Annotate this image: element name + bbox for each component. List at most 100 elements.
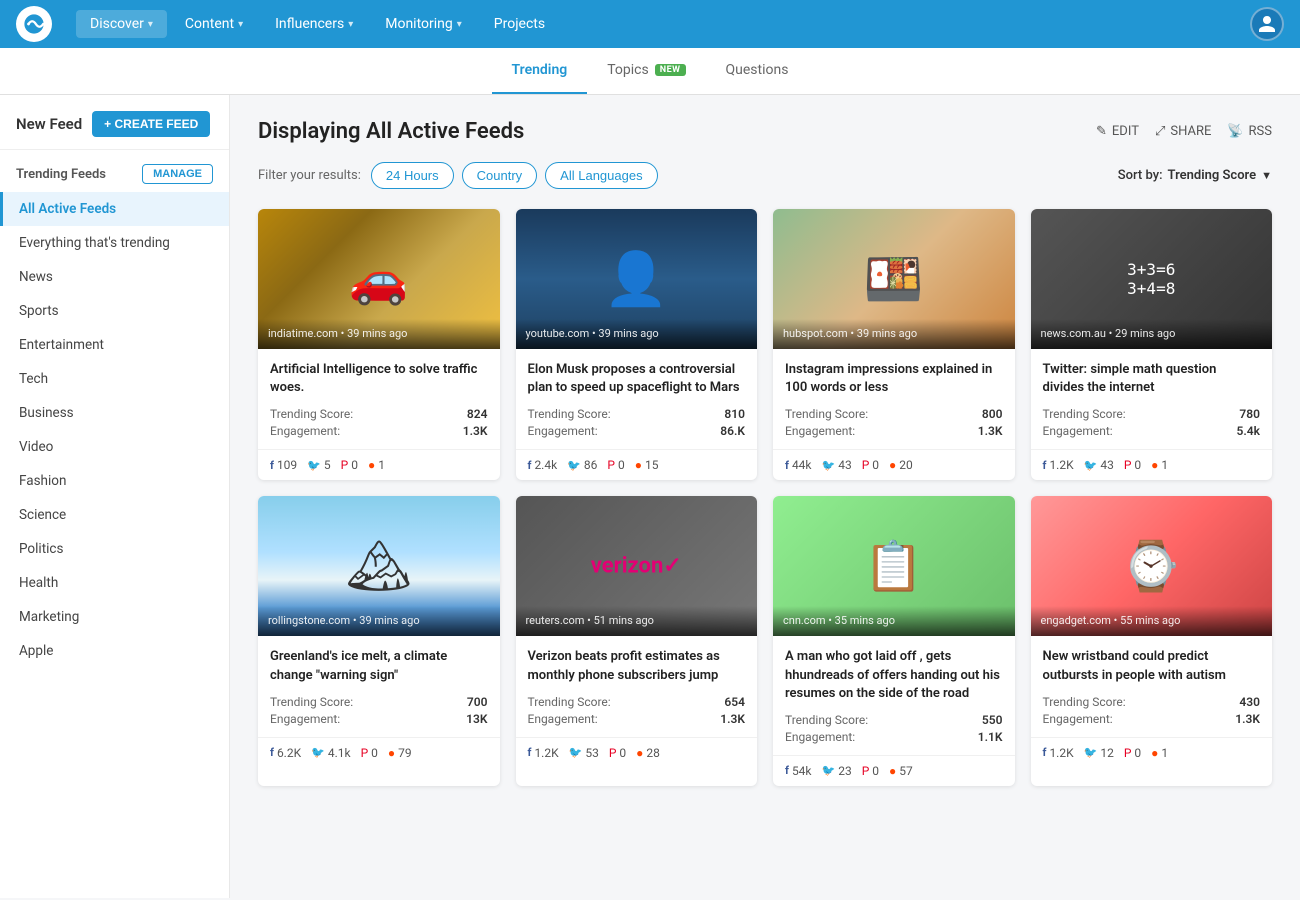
sidebar-item-news[interactable]: News [0,260,229,294]
article-card-8[interactable]: engadget.com • 55 mins ago New wristband… [1031,496,1273,786]
sidebar-item-sports[interactable]: Sports [0,294,229,328]
reddit-count: ●15 [635,458,659,472]
pinterest-icon: P [862,458,870,472]
twitter-icon: 🐦 [307,459,321,472]
sidebar-item-health[interactable]: Health [0,566,229,600]
reddit-icon: ● [1151,746,1158,760]
facebook-icon: f [1043,459,1047,472]
manage-button[interactable]: MANAGE [142,164,213,184]
sort-label: Sort by: [1118,168,1163,183]
sidebar: New Feed + CREATE FEED Trending Feeds MA… [0,95,230,898]
tab-trending[interactable]: Trending [492,48,588,94]
filter-24-hours-button[interactable]: 24 Hours [371,162,454,189]
user-avatar[interactable] [1250,7,1284,41]
nav-item-discover[interactable]: Discover▾ [76,10,167,38]
sidebar-item-politics[interactable]: Politics [0,532,229,566]
card-stats: Trending Score: 654 Engagement: 1.3K [528,695,746,726]
filters-row: Filter your results: 24 HoursCountryAll … [258,162,1272,189]
card-body: A man who got laid off , gets hhundreads… [773,636,1015,755]
sidebar-item-tech[interactable]: Tech [0,362,229,396]
card-source: rollingstone.com • 39 mins ago [268,614,420,627]
rss-button[interactable]: 📡RSS [1227,124,1272,139]
engagement-value: 1.3K [463,424,488,438]
card-title: Elon Musk proposes a controversial plan … [528,361,746,397]
facebook-icon: f [270,459,274,472]
facebook-icon: f [785,764,789,777]
chevron-down-icon: ▾ [457,19,462,30]
nav-item-content[interactable]: Content▾ [171,10,257,38]
twitter-count: 🐦43 [1084,458,1114,472]
twitter-icon: 🐦 [311,746,325,759]
rss-icon: 📡 [1227,124,1243,139]
facebook-icon: f [1043,746,1047,759]
article-card-5[interactable]: rollingstone.com • 39 mins ago Greenland… [258,496,500,786]
card-title: Verizon beats profit estimates as monthl… [528,648,746,684]
sidebar-item-apple[interactable]: Apple [0,634,229,668]
nav-item-monitoring[interactable]: Monitoring▾ [371,10,476,38]
facebook-icon: f [270,746,274,759]
card-stats: Trending Score: 780 Engagement: 5.4k [1043,407,1261,438]
engagement-value: 13K [466,712,487,726]
card-social: f2.4k 🐦86 P0 ●15 [516,449,758,480]
twitter-count: 🐦12 [1084,746,1114,760]
article-card-6[interactable]: reuters.com • 51 mins ago Verizon beats … [516,496,758,786]
sidebar-item-video[interactable]: Video [0,430,229,464]
nav-item-influencers[interactable]: Influencers▾ [261,10,367,38]
article-card-3[interactable]: hubspot.com • 39 mins ago Instagram impr… [773,209,1015,480]
filter-all-languages-button[interactable]: All Languages [545,162,657,189]
sidebar-item-business[interactable]: Business [0,396,229,430]
sidebar-section-header: Trending Feeds MANAGE [0,150,229,192]
card-title: A man who got laid off , gets hhundreads… [785,648,1003,703]
logo[interactable] [16,6,52,42]
facebook-count: f6.2K [270,746,301,760]
twitter-count: 🐦23 [822,764,852,778]
card-source: youtube.com • 39 mins ago [526,327,659,340]
card-image-overlay: cnn.com • 35 mins ago [773,606,1015,636]
article-card-1[interactable]: indiatime.com • 39 mins ago Artificial I… [258,209,500,480]
card-image-overlay: news.com.au • 29 mins ago [1031,319,1273,349]
sidebar-new-feed-section: New Feed + CREATE FEED [0,95,229,150]
pinterest-count: P0 [1124,746,1141,760]
edit-button[interactable]: ✎EDIT [1096,124,1139,139]
facebook-count: f44k [785,458,812,472]
sidebar-item-science[interactable]: Science [0,498,229,532]
facebook-count: f2.4k [528,458,558,472]
card-source: engadget.com • 55 mins ago [1041,614,1181,627]
article-card-2[interactable]: youtube.com • 39 mins ago Elon Musk prop… [516,209,758,480]
tab-topics[interactable]: TopicsNEW [587,48,705,94]
card-social: f109 🐦5 P0 ●1 [258,449,500,480]
trending-score-label: Trending Score: [785,407,868,421]
sort-control[interactable]: Sort by: Trending Score ▼ [1118,168,1272,183]
sidebar-item-everything-that's-trending[interactable]: Everything that's trending [0,226,229,260]
share-icon: ⤢ [1155,124,1165,139]
sidebar-item-fashion[interactable]: Fashion [0,464,229,498]
card-stats: Trending Score: 550 Engagement: 1.1K [785,713,1003,744]
pinterest-icon: P [341,458,349,472]
nav-item-projects[interactable]: Projects [480,10,559,38]
card-title: New wristband could predict outbursts in… [1043,648,1261,684]
card-body: Elon Musk proposes a controversial plan … [516,349,758,449]
sidebar-item-entertainment[interactable]: Entertainment [0,328,229,362]
content-header: Displaying All Active Feeds ✎EDIT⤢SHARE📡… [258,119,1272,144]
pinterest-count: P0 [607,458,624,472]
tab-badge: NEW [655,64,686,76]
card-title: Instagram impressions explained in 100 w… [785,361,1003,397]
sort-value: Trending Score [1168,168,1257,183]
card-source: indiatime.com • 39 mins ago [268,327,407,340]
card-image: rollingstone.com • 39 mins ago [258,496,500,636]
card-image-overlay: youtube.com • 39 mins ago [516,319,758,349]
filter-country-button[interactable]: Country [462,162,538,189]
card-stats: Trending Score: 700 Engagement: 13K [270,695,488,726]
sidebar-item-all-active-feeds[interactable]: All Active Feeds [0,192,229,226]
tabs-bar: TrendingTopicsNEWQuestions [0,48,1300,95]
tab-questions[interactable]: Questions [706,48,809,94]
card-image: reuters.com • 51 mins ago [516,496,758,636]
trending-feeds-title: Trending Feeds [16,167,106,182]
edit-label: EDIT [1112,124,1139,139]
article-card-7[interactable]: cnn.com • 35 mins ago A man who got laid… [773,496,1015,786]
article-card-4[interactable]: news.com.au • 29 mins ago Twitter: simpl… [1031,209,1273,480]
sidebar-item-marketing[interactable]: Marketing [0,600,229,634]
create-feed-button[interactable]: + CREATE FEED [92,111,210,137]
card-image-overlay: reuters.com • 51 mins ago [516,606,758,636]
share-button[interactable]: ⤢SHARE [1155,124,1211,139]
